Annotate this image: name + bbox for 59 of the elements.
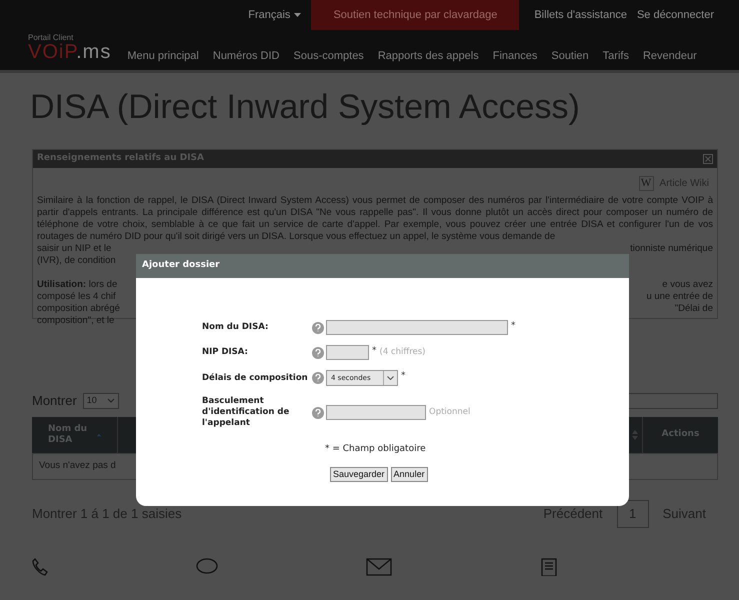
field-label: Basculement d'identification de l'appelant — [202, 396, 290, 429]
search-field[interactable] — [628, 392, 718, 409]
show-label: Montrer — [32, 392, 77, 410]
table-cell-text: Vous n'avez pas d — [39, 458, 116, 473]
text-fragment: "Délai de — [674, 303, 713, 315]
nav-link[interactable]: Finances — [492, 48, 538, 64]
nav-link[interactable]: Numéros DID — [212, 48, 280, 64]
close-icon[interactable] — [703, 154, 713, 164]
field-hint: (4 chiffres) — [380, 346, 426, 359]
required-mark: * — [372, 345, 376, 358]
dialog-title: Ajouter dossier — [142, 259, 220, 272]
nav-link[interactable]: Menu principal — [127, 48, 199, 64]
help-icon[interactable] — [312, 406, 324, 418]
text-fragment: (IVR), de condition — [37, 255, 116, 267]
field-label: Délais de composition — [202, 372, 309, 384]
logo[interactable]: VOiP.ms — [28, 42, 112, 62]
portal-label: Portail Client — [28, 34, 74, 42]
phone-icon — [32, 558, 48, 576]
mail-icon — [366, 558, 392, 576]
field-label: NIP DISA: — [202, 347, 249, 358]
chevron-icon — [106, 398, 115, 404]
nav-link[interactable]: Soutien — [551, 48, 589, 64]
help-icon[interactable] — [312, 346, 324, 358]
chevron-icon — [387, 376, 394, 380]
text-field[interactable] — [326, 405, 426, 420]
chat-icon — [196, 558, 218, 576]
nav-link[interactable]: Revendeur — [642, 48, 697, 64]
page-title: DISA (Direct Inward System Access) — [30, 87, 581, 127]
text-field[interactable] — [326, 320, 508, 335]
text-fragment: saisir un NIP et le — [37, 243, 112, 255]
help-icon[interactable] — [312, 322, 324, 334]
nav-link[interactable]: Rapports des appels — [378, 48, 479, 64]
sort-icon[interactable] — [632, 430, 638, 440]
language-menu[interactable]: Français — [248, 6, 302, 24]
field-hint: Optionnel — [429, 406, 470, 419]
dialog-button[interactable]: Annuler — [390, 466, 428, 482]
header-link[interactable]: Se déconnecter — [632, 6, 719, 24]
text-fragment: composé les 4 chif — [37, 291, 116, 303]
help-icon[interactable] — [312, 372, 324, 384]
document-icon — [540, 558, 558, 576]
field-label: Nom du DISA: — [202, 322, 270, 333]
nav-link[interactable]: Tarifs — [602, 48, 629, 64]
text-fragment: Utilisation: lors de — [37, 279, 118, 291]
text-fragment: u une entrée de — [646, 291, 713, 303]
caret-icon — [294, 13, 302, 17]
text-fragment: composition", et le — [37, 315, 114, 327]
required-note: * = Champ obligatoire — [325, 443, 427, 456]
dialog-button[interactable]: Sauvegarder — [330, 466, 388, 482]
page-size-select[interactable]: 10 — [82, 392, 119, 409]
header-link[interactable]: Billets d'assistance — [529, 6, 632, 24]
text-fragment: composition abrégé — [37, 303, 120, 315]
sort-icon[interactable] — [97, 432, 101, 436]
required-mark: * — [401, 370, 406, 383]
text-fragment: e vous avez — [662, 279, 713, 291]
text-fragment: tionniste numérique — [630, 243, 713, 255]
required-mark: * — [511, 320, 516, 333]
nav-link[interactable]: Sous-comptes — [294, 48, 364, 64]
chat-support-button[interactable]: Soutien technique par clavardage — [311, 0, 520, 30]
text-field[interactable] — [326, 345, 369, 360]
